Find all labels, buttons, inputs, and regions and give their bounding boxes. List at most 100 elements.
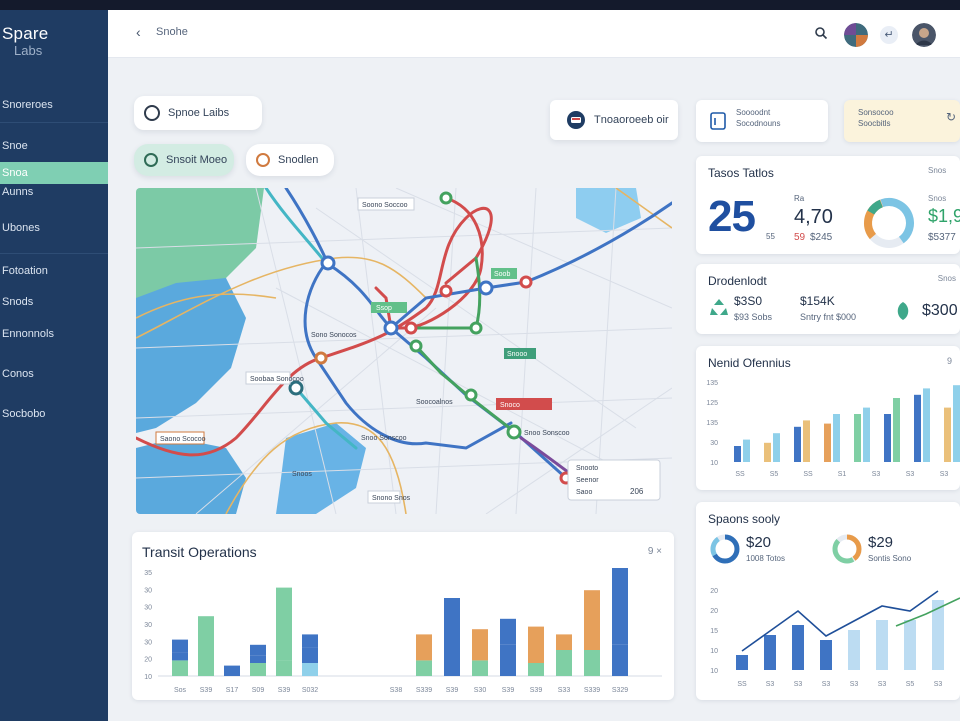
- sidebar-item-2[interactable]: Snoe: [0, 135, 108, 157]
- x-tick-label: S3: [872, 471, 881, 478]
- summary-combo-chart: 20 20 15 10 10 SS S3 S3 S3 S3 S3 S5 S3: [710, 588, 960, 688]
- y-tick-label: 20: [144, 657, 152, 664]
- totals-mid-sub-prefix: 59: [794, 232, 806, 243]
- transit-bar: [302, 663, 318, 676]
- map-label: Soob: [494, 271, 510, 278]
- dispatch-title: Drodenlodt: [708, 274, 767, 288]
- totals-big-value: 25: [708, 192, 756, 241]
- bell-icon[interactable]: ↵: [880, 26, 898, 44]
- map-label: Soono Soccoo: [362, 202, 408, 209]
- totals-right-tag: Snos: [928, 166, 947, 175]
- x-tick-label: S3: [940, 471, 949, 478]
- map-popup[interactable]: Snooto Seenor Saoo 206: [567, 459, 661, 501]
- y-tick-label: 20: [710, 588, 718, 595]
- info-card-1-subtitle: Socodnouns: [736, 119, 781, 128]
- transit-bar: [198, 616, 214, 676]
- summary-value-2-sub: Sontis Sono: [868, 554, 912, 563]
- filter-chip-1-icon: [144, 153, 158, 167]
- x-tick-label: S17: [226, 687, 239, 694]
- x-tick-label: S30: [474, 687, 487, 694]
- ridership-bar: [734, 446, 741, 462]
- ridership-bar: [914, 394, 921, 462]
- y-tick-label: 125: [706, 400, 718, 407]
- map-label: Soobaa Sonocoo: [250, 376, 304, 383]
- info-card-1[interactable]: Soooodnt Socodnouns: [696, 100, 828, 142]
- transit-bar: [250, 644, 266, 656]
- back-arrow-icon[interactable]: ‹: [136, 24, 141, 40]
- transit-bar: [250, 655, 266, 663]
- x-tick-label: S3: [934, 681, 943, 688]
- filter-chip-1[interactable]: Snsoit Moeo: [134, 144, 234, 176]
- map-label: Snono Snos: [372, 495, 411, 502]
- dispatch-value-2: $154K: [800, 294, 835, 308]
- sidebar-divider: [0, 253, 108, 254]
- ridership-bar: [773, 433, 780, 462]
- refresh-icon[interactable]: ↻: [946, 110, 956, 124]
- brand-logo[interactable]: Spare Labs: [2, 24, 102, 58]
- totals-right-sub: $5377: [928, 232, 956, 243]
- transit-bar: [172, 639, 188, 653]
- x-tick-label: S39: [502, 687, 515, 694]
- y-tick-label: 20: [710, 608, 718, 615]
- summary-value-2: $29: [868, 534, 894, 551]
- y-tick-label: 10: [710, 460, 718, 467]
- sidebar-item-5[interactable]: Ubones: [0, 217, 108, 239]
- dispatch-value-2-sub: Sntry fnt $000: [800, 312, 857, 322]
- transit-bar: [584, 650, 600, 676]
- document-icon: [710, 112, 726, 130]
- map-popup-value: 206: [630, 487, 644, 496]
- ridership-bar: [953, 385, 960, 462]
- search-icon[interactable]: [814, 26, 828, 40]
- sidebar-item-10[interactable]: Socbobo: [0, 403, 108, 425]
- transit-map[interactable]: Soono Soccoo Soob Ssop Sono Sonocos Snoo…: [136, 188, 672, 514]
- transit-bar: [276, 660, 292, 676]
- ridership-bar: [764, 442, 771, 462]
- breadcrumb[interactable]: Snohe: [156, 26, 188, 38]
- sidebar-item-1[interactable]: Snoreroes: [0, 94, 108, 116]
- sidebar-item-7[interactable]: Snods: [0, 291, 108, 313]
- x-tick-label: S3: [794, 681, 803, 688]
- transit-bar: [528, 650, 544, 663]
- avatar[interactable]: [844, 23, 868, 47]
- x-tick-label: S39: [446, 687, 459, 694]
- card-controls[interactable]: 9 ×: [648, 546, 662, 557]
- y-tick-label: 30: [144, 587, 152, 594]
- transit-bar: [528, 663, 544, 676]
- y-tick-label: 30: [710, 440, 718, 447]
- transit-bar: [416, 634, 432, 661]
- transit-bar: [172, 652, 188, 661]
- user-avatar[interactable]: [912, 23, 936, 47]
- workspace-selector[interactable]: Spnoe Laibs: [134, 96, 262, 130]
- action-button[interactable]: Tnoaoroeeb oir: [550, 100, 678, 140]
- transit-operations-title: Transit Operations: [142, 544, 257, 560]
- ridership-bar: [893, 398, 900, 462]
- x-tick-label: S339: [584, 687, 600, 694]
- x-tick-label: S39: [200, 687, 213, 694]
- dispatch-value-3: $300: [922, 302, 958, 319]
- transit-bar: [302, 647, 318, 663]
- totals-mid-value: 4,70: [794, 206, 833, 228]
- sidebar-item-8[interactable]: Ennonnols: [0, 323, 108, 345]
- info-card-2[interactable]: Sonsocoo Soocbitls ↻: [844, 100, 960, 142]
- summary-title: Spaons sooly: [708, 512, 781, 526]
- sidebar: Spare Labs Snoreroes Snoe Snoa Aunns Ubo…: [0, 10, 108, 721]
- brand-subname: Labs: [14, 43, 43, 58]
- x-tick-label: S5: [906, 681, 915, 688]
- filter-chip-2[interactable]: Snodlen: [246, 144, 334, 176]
- summary-card: Spaons sooly $20 1008 Totos $29 Sontis S…: [696, 502, 960, 700]
- x-tick-label: S032: [302, 687, 318, 694]
- x-tick-label: S09: [252, 687, 265, 694]
- sidebar-item-4[interactable]: Aunns: [0, 181, 108, 203]
- filter-chip-2-icon: [256, 153, 270, 167]
- ridership-bar: [824, 423, 831, 462]
- transit-bar: [276, 587, 292, 661]
- map-label: Sono Sonocos: [311, 332, 357, 339]
- ridership-title: Nenid Ofennius: [708, 356, 791, 370]
- sidebar-item-6[interactable]: Fotoation: [0, 260, 108, 282]
- ridership-menu-icon[interactable]: 9: [947, 356, 952, 366]
- transit-operations-card: Transit Operations 9 × 35 30 30 30 30 20 10 Sos…: [132, 532, 674, 700]
- y-tick-label: 30: [144, 639, 152, 646]
- sidebar-item-9[interactable]: Conos: [0, 363, 108, 385]
- y-tick-label: 10: [710, 668, 718, 675]
- info-card-2-title: Sonsocoo: [858, 108, 894, 117]
